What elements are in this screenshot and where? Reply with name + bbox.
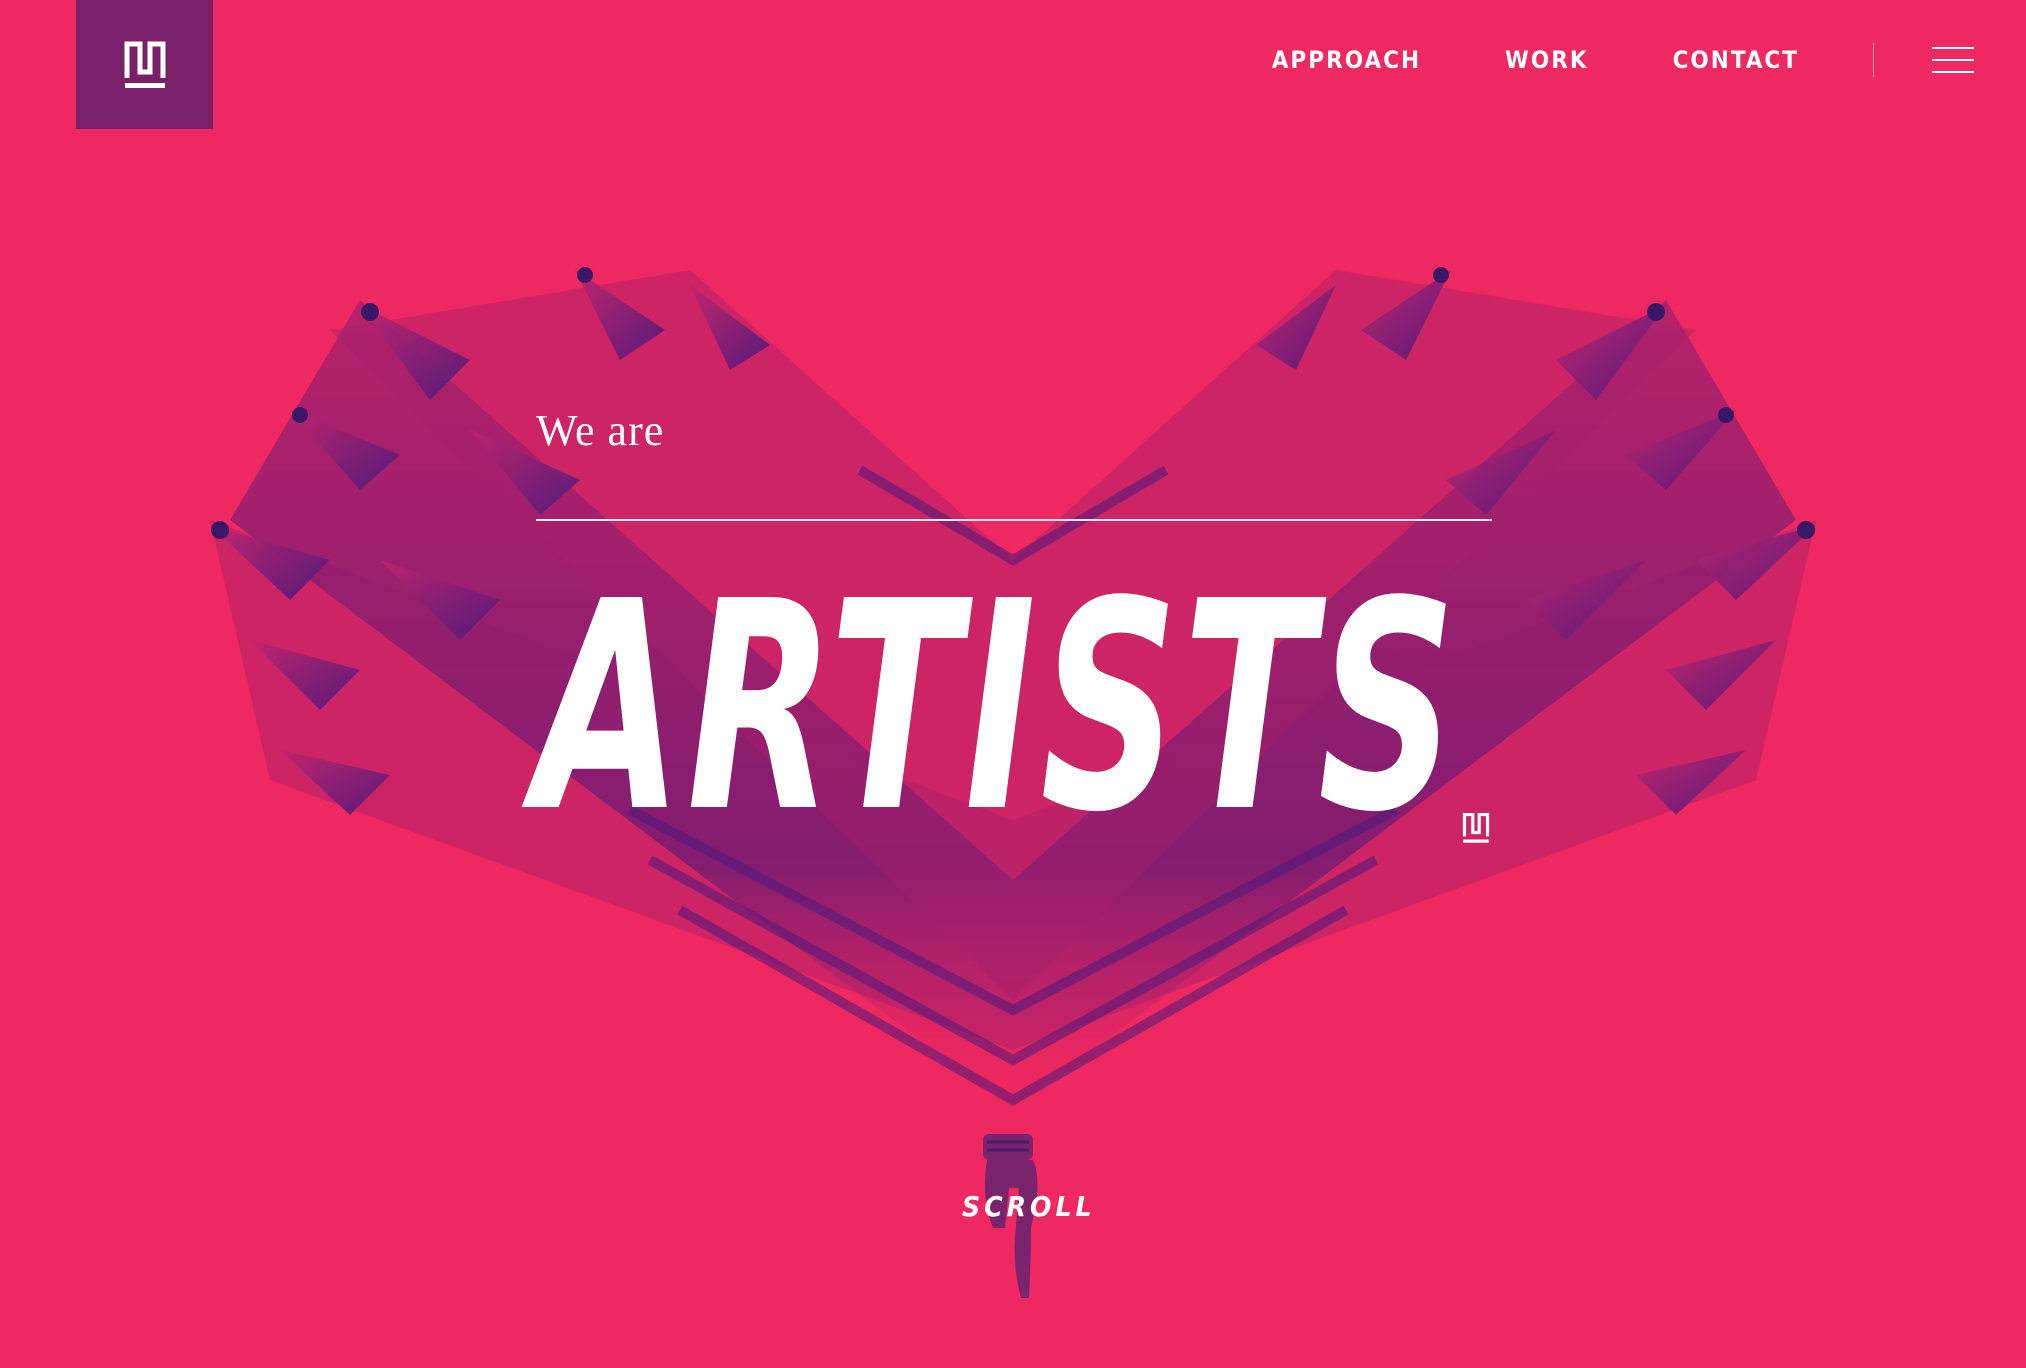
hero-headline: ARTISTS	[534, 540, 1461, 875]
nav-link-work[interactable]: WORK	[1505, 46, 1589, 74]
hero-intro-text: We are	[536, 406, 665, 455]
monogram-logo-icon	[124, 41, 165, 88]
site-logo[interactable]	[76, 0, 213, 129]
nav-link-contact[interactable]: CONTACT	[1673, 46, 1799, 74]
main-nav: APPROACH WORK CONTACT	[1272, 40, 2026, 80]
small-monogram-icon	[1462, 812, 1490, 843]
scroll-indicator[interactable]: SCROLL	[962, 1190, 1096, 1223]
nav-divider	[1873, 43, 1874, 77]
hero-divider	[536, 519, 1492, 521]
hamburger-menu-icon[interactable]	[1932, 47, 1974, 73]
nav-link-approach[interactable]: APPROACH	[1272, 46, 1421, 74]
